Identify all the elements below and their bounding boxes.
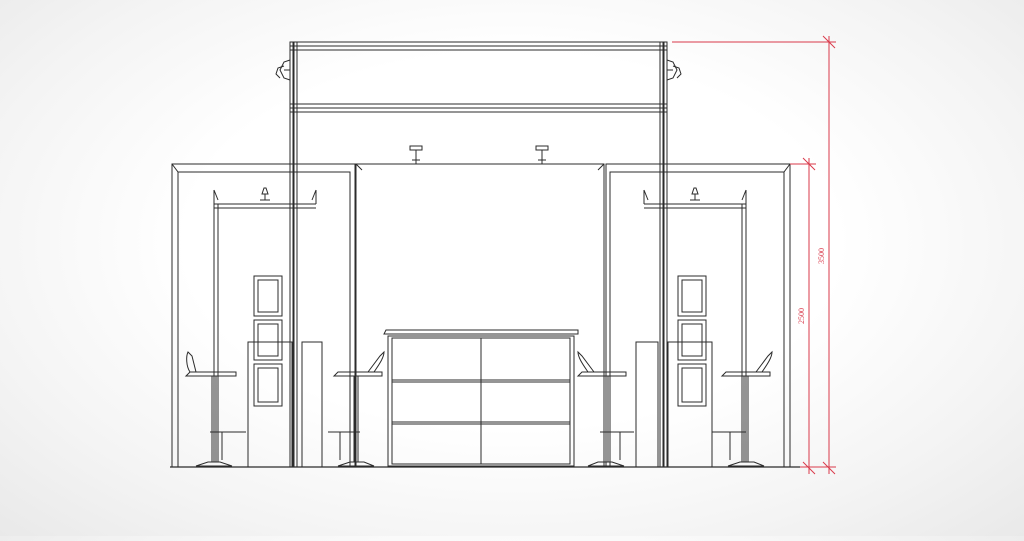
top-spotlight-right-icon bbox=[535, 145, 549, 164]
gantry-left-column bbox=[289, 41, 298, 468]
left-inner-frame bbox=[213, 189, 317, 462]
top-spotlight-left-icon bbox=[409, 145, 423, 164]
left-spotlight-icon bbox=[260, 187, 270, 201]
right-inner-frame bbox=[643, 189, 747, 462]
right-spotlight-icon bbox=[690, 187, 700, 201]
reception-counter bbox=[383, 329, 579, 467]
dimension-wall-label: 2500 bbox=[797, 308, 806, 324]
dimension-overall-height: 3500 bbox=[672, 35, 836, 475]
left-rigging-clamp-icon bbox=[275, 59, 291, 81]
booth-elevation-svg: 3500 2500 bbox=[170, 35, 836, 475]
booth-elevation-drawing: 3500 2500 bbox=[0, 0, 1024, 536]
right-brochure-rack bbox=[677, 275, 707, 407]
right-rigging-clamp-icon bbox=[666, 59, 682, 81]
left-brochure-rack bbox=[253, 275, 283, 407]
left-plinth bbox=[247, 341, 323, 468]
left-outer-stool bbox=[184, 351, 246, 467]
gantry-right-column bbox=[659, 41, 668, 468]
gantry-header-beam bbox=[289, 41, 668, 113]
right-plinth bbox=[635, 341, 713, 468]
dimension-overall-label: 3500 bbox=[817, 248, 826, 264]
